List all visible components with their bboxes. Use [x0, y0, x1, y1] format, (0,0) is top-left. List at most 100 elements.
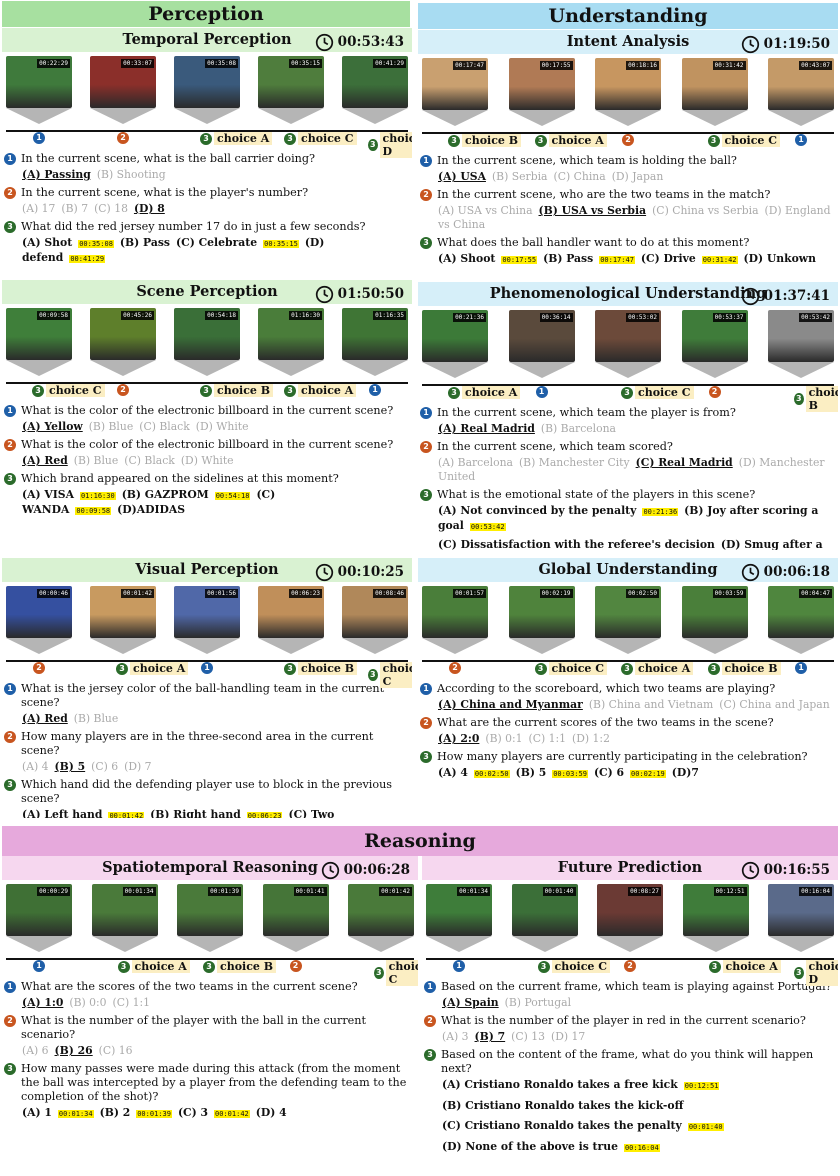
answer-options: (A) 6 (B) 26 (C) 16 [22, 1044, 418, 1058]
answer-option: (A) 4 [438, 766, 468, 779]
timeline-marks: 13choice C23choice A3choice D [422, 954, 838, 986]
answer-option: (B) USA vs Serbia [538, 204, 647, 217]
frame-timestamp: 00:21:36 [453, 313, 486, 322]
question-number-badge: 1 [420, 155, 432, 167]
choice-label: choice B [805, 386, 838, 412]
question-number-badge: 2 [424, 1015, 436, 1027]
video-frame: 00:01:42 [90, 586, 156, 638]
choice-label: choice C [46, 384, 105, 397]
answer-options: (A) Red (B) Blue (C) Black (D) White [22, 454, 412, 468]
frame-timestamp: 00:09:58 [37, 311, 70, 320]
answer-option: (A) Barcelona [438, 456, 513, 469]
answer-option: (B) 5 [54, 760, 86, 773]
question: 2 In the current scene, which team scored… [420, 440, 838, 454]
question-number-badge: 3 [116, 662, 128, 675]
timeline-mark: 2 [117, 132, 129, 144]
duration: 00:06:18 [741, 560, 830, 584]
answer-option: (C) 16 [98, 1044, 133, 1057]
video-frame: 00:31:42 [681, 58, 748, 110]
question-number-badge: 2 [420, 717, 432, 729]
frame-timestamp: 00:33:07 [121, 59, 154, 68]
answer-options: (A) Left hand 00:01:42 (B) Right hand 00:06… [22, 808, 412, 818]
timeline-mark: 3 choice A [117, 960, 190, 973]
frame-timestamp: 00:04:47 [799, 589, 832, 598]
video-frame: 00:01:34 [91, 884, 158, 936]
video-frame: 00:02:50 [595, 586, 661, 638]
video-frame: 00:04:47 [768, 586, 834, 638]
frame-pointer [768, 362, 834, 378]
video-frame: 00:06:23 [258, 586, 324, 638]
frame-timestamp: 00:35:08 [205, 59, 238, 68]
question-number-badge: 1 [424, 981, 436, 993]
question-number-badge: 3 [420, 237, 432, 249]
choice-label: choice C [385, 960, 418, 986]
frame-pointer [768, 110, 834, 126]
question-text: In the current scene, who are the two te… [437, 188, 771, 201]
question-number-badge: 3 [368, 669, 378, 681]
question-text: Which brand appeared on the sidelines at… [21, 472, 339, 485]
question-number-badge: 3 [117, 960, 130, 973]
answer-options: (A) China and Myanmar (B) China and Vietn… [438, 698, 838, 712]
clock-icon [321, 861, 340, 880]
question-number-badge: 2 [624, 960, 636, 972]
question-number-badge: 3 [621, 386, 633, 399]
question-number-badge: 3 [707, 662, 720, 675]
answer-option: (D)ADIDAS [117, 503, 186, 516]
question-number-badge: 2 [289, 960, 302, 972]
panel-title: Visual Perception 00:10:25 [2, 558, 412, 582]
answer-options: (A) Real Madrid (B) Barcelona [438, 422, 838, 436]
frame-timestamp: 00:02:50 [626, 589, 659, 598]
question-text: What is the jersey color of the ball-han… [21, 682, 385, 709]
question-number-badge: 3 [368, 139, 378, 151]
question-number-badge: 3 [4, 473, 16, 485]
frame-timestamp: 00:31:42 [712, 61, 746, 70]
question: 1 In the current scene, which team the pl… [420, 406, 838, 420]
answer-option: (C) Dissatisfaction with the referee's d… [438, 538, 715, 550]
answer-option: (B) GAZPROM [121, 488, 209, 501]
answer-option: (B) Cristiano Ronaldo takes the kick-off [442, 1099, 684, 1112]
timestamp-highlight: 00:01:40 [687, 1123, 724, 1131]
choice-label: choice A [635, 662, 694, 675]
frame-pointer [422, 110, 488, 126]
frame-pointer [90, 108, 156, 124]
video-frame: 00:01:42 [348, 884, 414, 936]
question: 3 How many players are currently particip… [420, 750, 838, 764]
video-frame: 00:16:04 [768, 884, 834, 936]
frame-pointer [342, 638, 408, 654]
duration-text: 00:16:55 [763, 862, 830, 878]
video-frame: 00:12:51 [682, 884, 749, 936]
frame-timestamp: 00:01:57 [453, 589, 486, 598]
question-number-badge: 3 [448, 134, 460, 147]
panel-title-text: Global Understanding [538, 561, 718, 578]
answer-options: (A) VISA 01:16:30 (B) GAZPROM 00:54:18 (C) W… [22, 488, 412, 518]
answer-option: (C) 6 [593, 766, 625, 779]
frame-pointer [595, 638, 661, 654]
question-number-badge: 2 [420, 441, 432, 453]
timeline-mark: 3choice B [203, 960, 277, 973]
answer-option: (C) 1:1 [112, 996, 151, 1009]
frame-pointer [508, 638, 575, 654]
question-number-badge: 2 [33, 662, 45, 674]
answer-options: (A) Shot 00:35:08 (B) Pass (C) Celebrate 00:… [22, 236, 412, 266]
panel-title-text: Future Prediction [557, 859, 703, 876]
question-number-badge: 3 [4, 221, 16, 233]
video-frame: 00:08:46 [342, 586, 408, 638]
question-text: In the current scene, which team the pla… [437, 406, 736, 419]
question: 1 What are the scores of the two teams in… [4, 980, 418, 994]
duration-text: 01:19:50 [763, 36, 830, 52]
answer-option: (A) 2:0 [438, 732, 480, 745]
timeline-marks: 3 choice C 2 3 choice B 3 choice A1 [2, 378, 412, 400]
answer-options: (A) Yellow (B) Blue (C) Black (D) White [22, 420, 412, 434]
question: 2 How many players are in the three-secon… [4, 730, 412, 758]
question-text: How many players are currently participa… [437, 750, 808, 763]
video-frame: 00:01:40 [511, 884, 578, 936]
video-frame: 00:01:41 [262, 884, 329, 936]
answer-option: (B) 5 [515, 766, 547, 779]
frame-timestamp: 00:01:42 [121, 589, 154, 598]
frame-timestamp: 00:53:42 [799, 313, 832, 322]
question-number-badge: 3 [794, 393, 804, 405]
frame-pointer [174, 360, 240, 376]
answer-options: (A) 4 (B) 5 (C) 6 (D) 7 [22, 760, 412, 774]
question-number-badge: 3 [284, 384, 296, 397]
answer-options: (A) 3 (B) 7 (C) 13 (D) 17 [442, 1030, 838, 1044]
